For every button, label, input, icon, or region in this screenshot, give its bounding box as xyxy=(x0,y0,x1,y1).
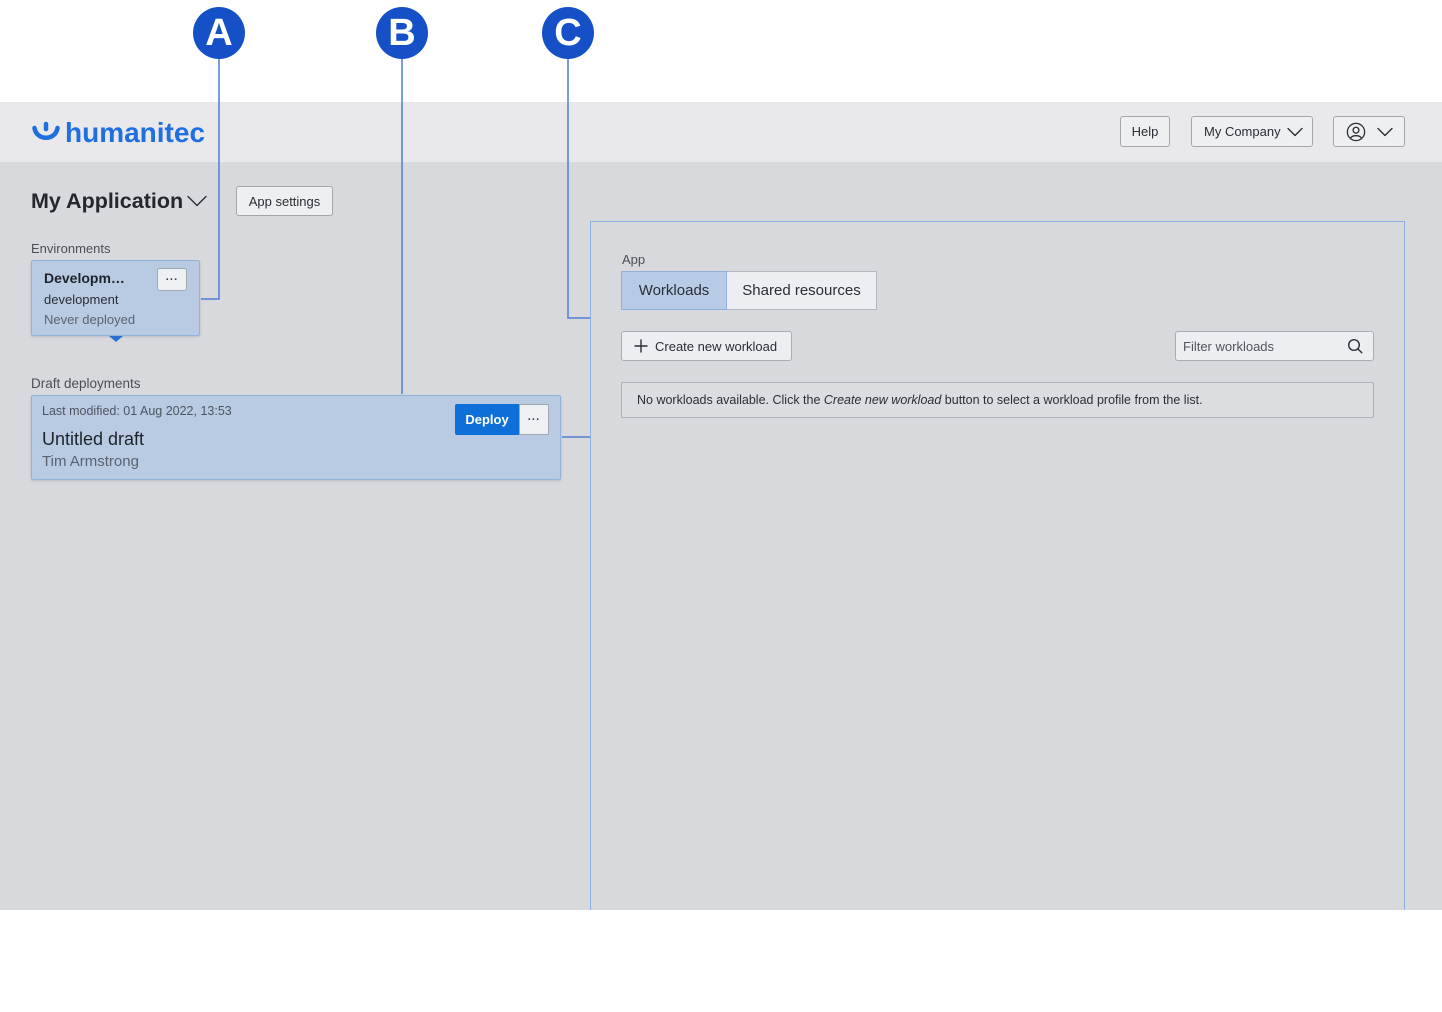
panel-section-label: App xyxy=(622,252,646,267)
empty-message-emphasis: Create new workload xyxy=(823,393,942,407)
callout-b-badge: B xyxy=(376,7,428,59)
environment-status: Never deployed xyxy=(44,312,136,327)
draft-last-modified: Last modified: 01 Aug 2022, 13:53 xyxy=(42,404,232,418)
company-dropdown-label: My Company xyxy=(1204,124,1281,139)
tab-workloads-label: Workloads xyxy=(638,282,710,299)
logo-text: humanitec xyxy=(65,117,206,148)
environment-menu-button[interactable]: ··· xyxy=(157,268,187,291)
search-icon xyxy=(1347,338,1363,354)
environment-card[interactable]: Developm… development Never deployed ··· xyxy=(31,260,200,336)
env-selected-caret xyxy=(109,336,123,342)
help-button-label: Help xyxy=(1131,124,1159,139)
app-panel: App Workloads Shared resources Create ne… xyxy=(590,221,1405,910)
app-settings-button[interactable]: App settings xyxy=(236,186,333,216)
app-title: My Application xyxy=(31,189,184,213)
draft-menu-button[interactable]: ··· xyxy=(519,404,549,435)
humanitec-logo-icon xyxy=(32,121,60,140)
chevron-down-icon xyxy=(1286,127,1303,136)
create-workload-label: Create new workload xyxy=(655,338,778,354)
help-button[interactable]: Help xyxy=(1120,116,1170,147)
app-settings-label: App settings xyxy=(248,193,321,209)
empty-message-text-end: button to select a workload profile from… xyxy=(941,393,1203,407)
callout-a-badge: A xyxy=(193,7,245,59)
tab-shared-resources-label: Shared resources xyxy=(742,282,861,299)
panel-tabs: Workloads Shared resources xyxy=(621,271,877,310)
draft-deployments-label: Draft deployments xyxy=(31,376,141,391)
callout-c-badge: C xyxy=(542,7,594,59)
tab-workloads[interactable]: Workloads xyxy=(621,271,727,310)
more-icon: ··· xyxy=(527,413,541,426)
deploy-button-label: Deploy xyxy=(465,412,509,427)
app-switcher[interactable]: My Application xyxy=(31,188,207,214)
environments-label: Environments xyxy=(31,241,111,256)
deploy-button[interactable]: Deploy xyxy=(455,404,519,435)
filter-workloads-field[interactable] xyxy=(1175,331,1374,361)
top-header: humanitec Help My Company xyxy=(0,102,1442,162)
user-circle-icon xyxy=(1346,122,1366,141)
draft-author: Tim Armstrong xyxy=(42,453,139,470)
chevron-down-icon xyxy=(187,195,207,207)
user-menu-button[interactable] xyxy=(1333,116,1405,147)
draft-deployment-card[interactable]: Last modified: 01 Aug 2022, 13:53 Untitl… xyxy=(31,395,561,480)
environment-name: Developm… xyxy=(44,270,125,286)
filter-workloads-input[interactable] xyxy=(1176,332,1373,360)
empty-workloads-message: No workloads available. Click the Create… xyxy=(621,382,1374,418)
empty-message-text: No workloads available. Click the xyxy=(637,393,824,407)
draft-title: Untitled draft xyxy=(42,429,145,449)
plus-icon xyxy=(634,339,648,353)
company-dropdown[interactable]: My Company xyxy=(1191,116,1313,147)
create-workload-button[interactable]: Create new workload xyxy=(621,331,792,361)
main-content: My Application App settings Environments… xyxy=(0,162,1442,910)
tab-shared-resources[interactable]: Shared resources xyxy=(727,271,877,310)
chevron-down-icon xyxy=(1377,127,1393,136)
environment-id: development xyxy=(44,292,119,307)
more-icon: ··· xyxy=(165,273,179,286)
